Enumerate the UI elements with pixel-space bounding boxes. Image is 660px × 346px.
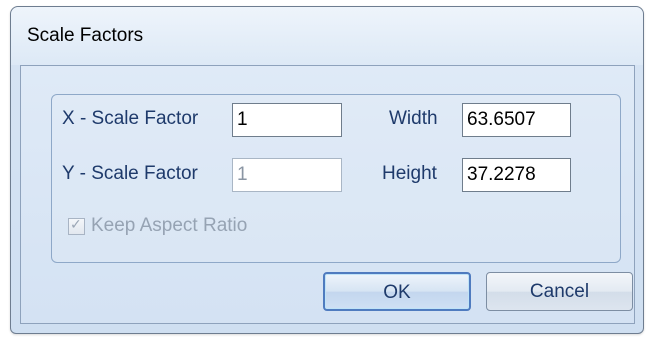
height-label: Height [382,163,437,184]
ok-button[interactable]: OK [323,272,471,311]
x-scale-factor-label: X - Scale Factor [62,108,199,129]
x-scale-factor-input[interactable] [232,103,342,137]
keep-aspect-ratio-label: Keep Aspect Ratio [91,215,248,236]
title-bar[interactable]: Scale Factors [11,7,643,65]
keep-aspect-ratio-option: ✓ Keep Aspect Ratio [68,213,247,239]
y-scale-factor-input [232,158,342,192]
cancel-button[interactable]: Cancel [486,272,633,311]
scale-settings-group: X - Scale Factor Y - Scale Factor Width … [51,94,621,263]
y-scale-factor-label: Y - Scale Factor [62,163,198,184]
checkmark-icon: ✓ [70,215,82,232]
keep-aspect-ratio-checkbox: ✓ [68,215,85,235]
dialog-title: Scale Factors [27,25,144,46]
dialog-client-area: X - Scale Factor Y - Scale Factor Width … [20,65,635,324]
width-input[interactable] [462,103,571,137]
scale-factors-dialog: Scale Factors X - Scale Factor Y - Scale… [10,6,644,334]
height-input[interactable] [462,158,571,192]
width-label: Width [389,108,438,129]
